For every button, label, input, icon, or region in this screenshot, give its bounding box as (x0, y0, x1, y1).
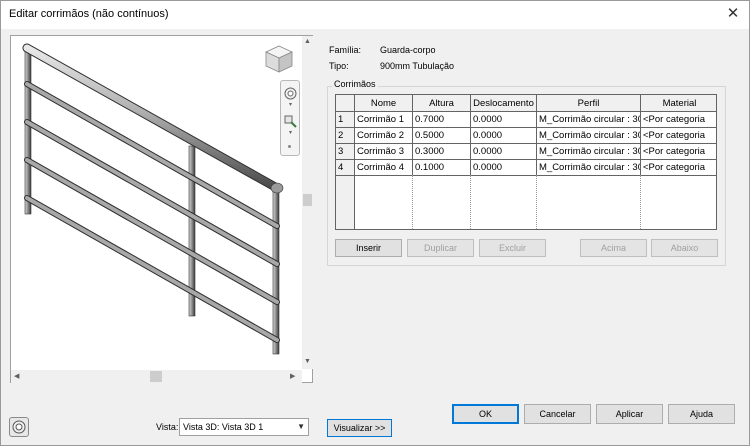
column-header-deslocamento[interactable]: Deslocamento (471, 95, 537, 112)
row-number[interactable]: 1 (336, 112, 355, 128)
empty-column (413, 175, 471, 229)
railings-table: Nome Altura Deslocamento Perfil Material… (335, 94, 717, 230)
cell-deslocamento[interactable]: 0.0000 (471, 144, 537, 160)
preview-panel[interactable]: ▾ ▾ ▲ ▼ ◀ ▶ (10, 35, 313, 383)
zoom-icon[interactable] (284, 115, 297, 128)
railing-drawing (22, 43, 284, 355)
cell-deslocamento[interactable]: 0.0000 (471, 160, 537, 176)
row-number[interactable]: 3 (336, 144, 355, 160)
empty-column (355, 175, 413, 229)
delete-button[interactable]: Excluir (479, 239, 546, 257)
cell-perfil[interactable]: M_Corrimão circular : 30 (537, 112, 641, 128)
navigation-bar: ▾ ▾ (280, 80, 300, 156)
cell-altura[interactable]: 0.3000 (413, 144, 471, 160)
chevron-down-icon[interactable]: ▾ (284, 129, 297, 142)
type-label: Tipo: (329, 61, 349, 71)
row-number[interactable]: 4 (336, 160, 355, 176)
cell-perfil[interactable]: M_Corrimão circular : 30 (537, 160, 641, 176)
viewcube-icon[interactable] (263, 44, 295, 74)
scroll-down-icon[interactable]: ▼ (304, 358, 311, 366)
vertical-scrollbar[interactable]: ▲ ▼ (302, 36, 313, 369)
column-header-altura[interactable]: Altura (413, 95, 471, 112)
insert-button[interactable]: Inserir (335, 239, 402, 257)
apply-button[interactable]: Aplicar (596, 404, 663, 424)
duplicate-button[interactable]: Duplicar (407, 239, 474, 257)
cell-material[interactable]: <Por categoria (641, 112, 716, 128)
title-bar: Editar corrimãos (não contínuos) ✕ (1, 1, 749, 29)
steering-wheel-icon[interactable] (9, 417, 29, 437)
cell-nome[interactable]: Corrimão 4 (355, 160, 413, 176)
preview-toggle-button[interactable]: Visualizar >> (327, 419, 392, 437)
view-label: Vista: (156, 422, 179, 432)
cell-perfil[interactable]: M_Corrimão circular : 30 (537, 128, 641, 144)
chevron-down-icon[interactable]: ▾ (284, 101, 297, 114)
dialog-window: Editar corrimãos (não contínuos) ✕ ▾ ▾ ▲… (0, 0, 750, 446)
column-header-perfil[interactable]: Perfil (537, 95, 641, 112)
chevron-down-icon: ▼ (297, 422, 305, 431)
cell-altura[interactable]: 0.5000 (413, 128, 471, 144)
view-select[interactable]: Vista 3D: Vista 3D 1 ▼ (179, 418, 309, 436)
empty-column (537, 175, 641, 229)
railing-3d-preview[interactable]: ▾ ▾ (11, 36, 301, 369)
cell-altura[interactable]: 0.7000 (413, 112, 471, 128)
cell-nome[interactable]: Corrimão 2 (355, 128, 413, 144)
column-header-material[interactable]: Material (641, 95, 716, 112)
cell-deslocamento[interactable]: 0.0000 (471, 112, 537, 128)
help-button[interactable]: Ajuda (668, 404, 735, 424)
family-value: Guarda-corpo (380, 45, 436, 55)
cell-material[interactable]: <Por categoria (641, 128, 716, 144)
empty-column (471, 175, 537, 229)
row-number[interactable]: 2 (336, 128, 355, 144)
vertical-scroll-thumb[interactable] (303, 194, 312, 206)
horizontal-scroll-thumb[interactable] (150, 371, 162, 382)
cell-altura[interactable]: 0.1000 (413, 160, 471, 176)
column-header-nome[interactable]: Nome (355, 95, 413, 112)
cell-material[interactable]: <Por categoria (641, 160, 716, 176)
table-corner (336, 95, 355, 112)
cell-perfil[interactable]: M_Corrimão circular : 30 (537, 144, 641, 160)
ok-button[interactable]: OK (452, 404, 519, 424)
horizontal-scrollbar[interactable]: ◀ ▶ (11, 370, 302, 383)
cell-nome[interactable]: Corrimão 3 (355, 144, 413, 160)
steering-wheel-icon[interactable] (284, 87, 297, 100)
view-select-value: Vista 3D: Vista 3D 1 (183, 422, 264, 432)
scroll-left-icon[interactable]: ◀ (14, 373, 19, 381)
move-up-button[interactable]: Acima (580, 239, 647, 257)
scroll-right-icon[interactable]: ▶ (290, 373, 295, 381)
cell-nome[interactable]: Corrimão 1 (355, 112, 413, 128)
cancel-button[interactable]: Cancelar (524, 404, 591, 424)
close-button[interactable]: ✕ (721, 3, 745, 25)
move-down-button[interactable]: Abaixo (651, 239, 718, 257)
railings-group-title: Corrimãos (332, 79, 378, 89)
nav-bar-options[interactable] (288, 145, 291, 148)
type-value: 900mm Tubulação (380, 61, 455, 71)
dialog-title: Editar corrimãos (não contínuos) (9, 8, 169, 20)
cell-deslocamento[interactable]: 0.0000 (471, 128, 537, 144)
scroll-up-icon[interactable]: ▲ (304, 38, 311, 46)
family-label: Família: (329, 45, 362, 55)
empty-row-header (336, 176, 355, 229)
cell-material[interactable]: <Por categoria (641, 144, 716, 160)
